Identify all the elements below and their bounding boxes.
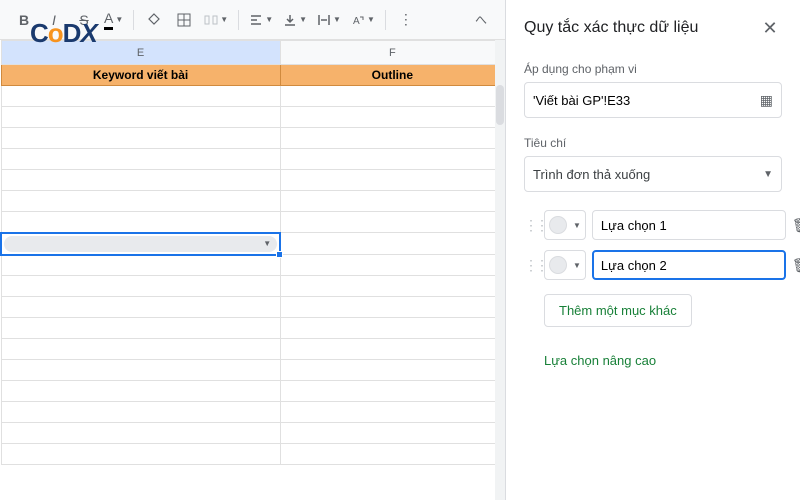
criteria-label: Tiêu chí (524, 136, 782, 150)
trash-icon: 🗑 (792, 217, 800, 233)
cell[interactable] (1, 86, 280, 107)
borders-button[interactable] (170, 6, 198, 34)
option-row: ⋮⋮ ▼ 🗑 (524, 210, 782, 240)
cell[interactable] (280, 233, 504, 255)
cell[interactable] (1, 444, 280, 465)
range-field[interactable]: ▦ (524, 82, 782, 118)
header-cell[interactable]: Keyword viết bài (1, 65, 280, 86)
scrollbar-thumb[interactable] (496, 85, 504, 125)
cell[interactable] (1, 255, 280, 276)
more-button[interactable]: ⋮ (392, 6, 420, 34)
cell[interactable] (280, 255, 504, 276)
delete-option-button[interactable]: 🗑 (792, 257, 800, 274)
cell[interactable] (280, 339, 504, 360)
cell[interactable] (280, 107, 504, 128)
cell[interactable] (1, 149, 280, 170)
advanced-options-link[interactable]: Lựa chọn nâng cao (544, 353, 782, 368)
drag-handle-icon[interactable]: ⋮⋮ (524, 257, 538, 274)
cell[interactable] (280, 212, 504, 233)
cell[interactable] (1, 381, 280, 402)
cell-fill-handle[interactable] (276, 251, 283, 258)
delete-option-button[interactable]: 🗑 (792, 217, 800, 234)
option-color-picker[interactable]: ▼ (544, 210, 586, 240)
spreadsheet-grid[interactable]: E F Keyword viết bài Outline ▼ (0, 40, 505, 500)
horizontal-align-button[interactable]: ▼ (245, 6, 277, 34)
close-button[interactable]: ✕ (758, 16, 782, 40)
add-item-button[interactable]: Thêm một mục khác (544, 294, 692, 327)
option-row: ⋮⋮ ▼ 🗑 (524, 250, 782, 280)
drag-handle-icon[interactable]: ⋮⋮ (524, 217, 538, 234)
cell[interactable] (1, 107, 280, 128)
cell[interactable] (280, 170, 504, 191)
cell[interactable] (1, 276, 280, 297)
range-label: Áp dụng cho phạm vi (524, 62, 782, 76)
select-range-icon[interactable]: ▦ (760, 92, 773, 109)
text-wrap-button[interactable]: ▼ (313, 6, 345, 34)
chevron-down-icon: ▼ (263, 239, 271, 248)
cell[interactable] (1, 170, 280, 191)
close-icon: ✕ (762, 18, 777, 39)
cell[interactable] (280, 276, 504, 297)
cell[interactable] (280, 128, 504, 149)
cell[interactable] (280, 86, 504, 107)
option-input[interactable] (592, 250, 786, 280)
text-rotation-button[interactable]: A▼ (347, 6, 379, 34)
data-validation-sidebar: Quy tắc xác thực dữ liệu ✕ Áp dụng cho p… (505, 0, 800, 500)
criteria-value: Trình đơn thả xuống (533, 167, 650, 182)
toolbar-separator (385, 10, 386, 30)
svg-text:A: A (353, 16, 360, 27)
chevron-down-icon: ▼ (573, 221, 581, 230)
collapse-toolbar-button[interactable]: へ (467, 6, 495, 34)
cell[interactable] (1, 423, 280, 444)
dropdown-chip[interactable]: ▼ (4, 236, 277, 252)
option-color-picker[interactable]: ▼ (544, 250, 586, 280)
cell[interactable] (280, 423, 504, 444)
color-dot (549, 256, 567, 274)
sidebar-title: Quy tắc xác thực dữ liệu (524, 19, 698, 37)
trash-icon: 🗑 (792, 257, 800, 273)
text-color-button[interactable]: A▼ (100, 6, 127, 34)
cell[interactable] (280, 191, 504, 212)
cell[interactable] (1, 360, 280, 381)
cell[interactable] (1, 402, 280, 423)
cell[interactable] (1, 191, 280, 212)
selected-cell-dropdown[interactable]: ▼ (1, 233, 280, 255)
cell[interactable] (1, 212, 280, 233)
merge-cells-button[interactable]: ▼ (200, 6, 232, 34)
chevron-down-icon: ▼ (763, 169, 773, 180)
cell[interactable] (280, 444, 504, 465)
option-input[interactable] (592, 210, 786, 240)
chevron-down-icon: ▼ (573, 261, 581, 270)
cell[interactable] (280, 402, 504, 423)
cell[interactable] (1, 297, 280, 318)
fill-color-button[interactable] (140, 6, 168, 34)
criteria-dropdown[interactable]: Trình đơn thả xuống ▼ (524, 156, 782, 192)
color-dot (549, 216, 567, 234)
vertical-scrollbar[interactable] (495, 40, 505, 500)
cell[interactable] (280, 381, 504, 402)
cell[interactable] (1, 128, 280, 149)
cell[interactable] (280, 318, 504, 339)
header-cell[interactable]: Outline (280, 65, 504, 86)
cell[interactable] (280, 149, 504, 170)
vertical-align-button[interactable]: ▼ (279, 6, 311, 34)
cell[interactable] (280, 297, 504, 318)
cell[interactable] (280, 360, 504, 381)
cell[interactable] (1, 318, 280, 339)
codx-logo: CoDX (30, 18, 97, 49)
range-input[interactable] (533, 93, 760, 108)
toolbar-separator (238, 10, 239, 30)
toolbar-separator (133, 10, 134, 30)
cell[interactable] (1, 339, 280, 360)
column-header-f[interactable]: F (280, 41, 504, 65)
